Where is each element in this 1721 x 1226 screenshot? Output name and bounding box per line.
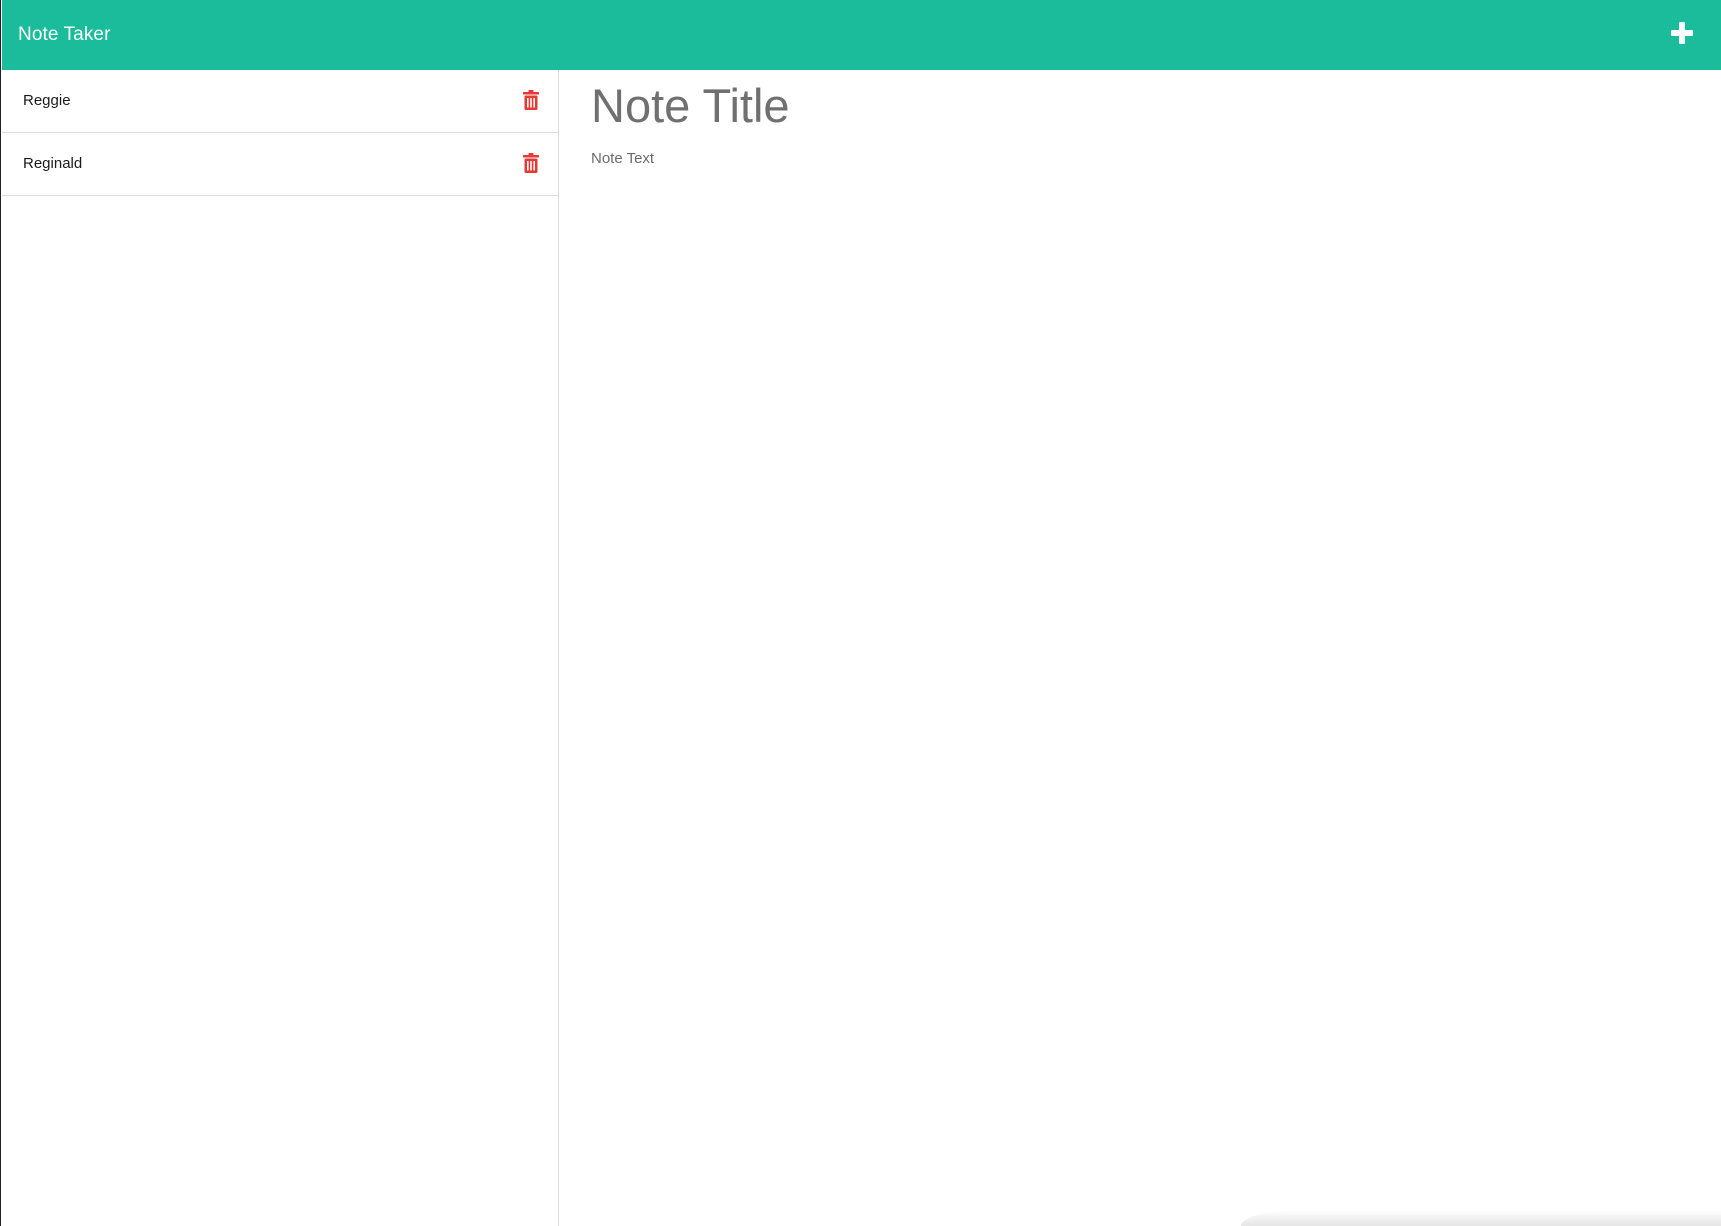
- plus-icon: [1671, 22, 1693, 44]
- note-item-title[interactable]: Reggie: [23, 70, 71, 132]
- list-item[interactable]: Reginald: [2, 133, 558, 196]
- note-item-title[interactable]: Reginald: [23, 133, 82, 195]
- app-window: Note Taker Reggie Reginald Note Title No…: [0, 0, 1721, 1226]
- trash-icon: [523, 153, 539, 173]
- navbar: Note Taker: [2, 0, 1721, 70]
- note-editor: [559, 70, 1721, 1226]
- note-title-input[interactable]: [591, 78, 1691, 133]
- note-list: Reggie Reginald: [2, 70, 559, 1226]
- note-text-input[interactable]: [591, 150, 1691, 1150]
- new-note-button[interactable]: [1669, 20, 1695, 46]
- brand-title[interactable]: Note Taker: [18, 0, 111, 70]
- trash-icon: [523, 90, 539, 110]
- list-item[interactable]: Reggie: [2, 70, 558, 133]
- delete-note-button[interactable]: [523, 153, 539, 173]
- delete-note-button[interactable]: [523, 90, 539, 110]
